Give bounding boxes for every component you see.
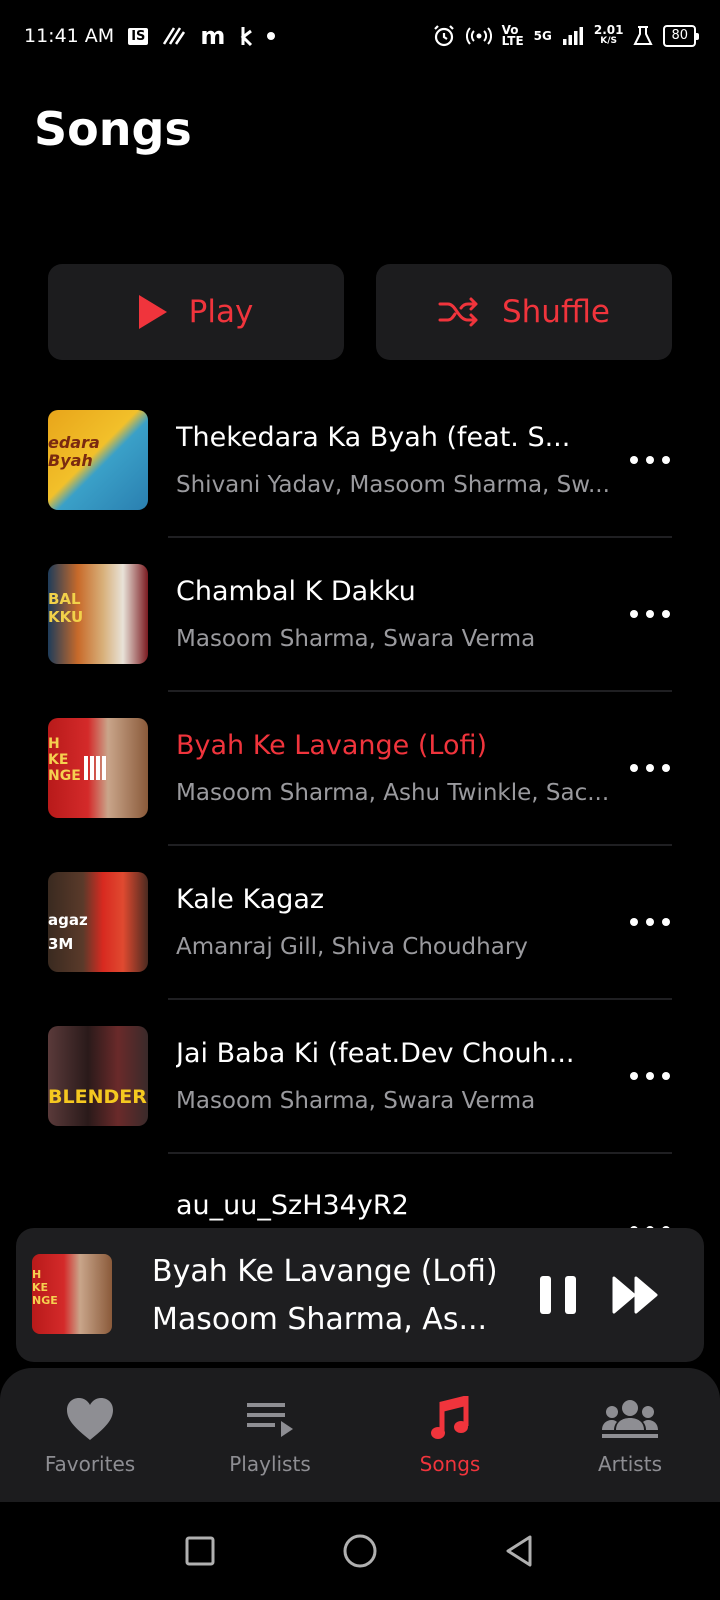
more-options-button[interactable] [630, 912, 670, 932]
song-artist: Masoom Sharma, Swara Verma [176, 626, 536, 652]
divider [168, 1152, 672, 1154]
net-speed-unit: K/S [600, 36, 618, 46]
album-art: BAL KKU [48, 564, 148, 664]
home-button[interactable] [340, 1531, 380, 1571]
song-artist: Masoom Sharma, Swara Verma [176, 1088, 536, 1114]
battery-indicator: 80 [663, 25, 699, 47]
net-speed: 2.01 K/S [593, 23, 624, 47]
more-options-button[interactable] [630, 450, 670, 470]
back-button[interactable] [500, 1531, 540, 1571]
status-right: Vo LTE 5G 2.01 K/S 80 [432, 23, 699, 48]
mini-player[interactable]: H KE NGE Byah Ke Lavange (Lofi) Masoom S… [16, 1228, 704, 1362]
song-title: Byah Ke Lavange (Lofi) [176, 730, 488, 761]
more-options-button[interactable] [630, 1066, 670, 1086]
nav-label: Favorites [44, 1452, 136, 1476]
song-row[interactable]: agaz 3M Kale Kagaz Amanraj Gill, Shiva C… [0, 872, 720, 1026]
is-app-icon: IS [128, 27, 149, 45]
shuffle-label: Shuffle [501, 294, 610, 330]
triangle-back-icon [506, 1535, 532, 1567]
album-art-text: edara Byah [48, 433, 100, 470]
square-icon [185, 1536, 215, 1566]
now-playing-title: Byah Ke Lavange (Lofi) [152, 1254, 498, 1289]
album-art-text: H KE NGE [32, 1268, 58, 1307]
divider [168, 998, 672, 1000]
play-label: Play [188, 294, 254, 330]
song-artist: Amanraj Gill, Shiva Choudhary [176, 934, 528, 960]
shuffle-button[interactable]: Shuffle [376, 264, 672, 360]
recents-button[interactable] [180, 1531, 220, 1571]
alarm-icon [433, 25, 454, 47]
bottom-navigation: Favorites Playlists Songs Artists [0, 1368, 720, 1502]
song-row[interactable]: H KE NGE Byah Ke Lavange (Lofi) Masoom S… [0, 718, 720, 872]
volte-sub-label: LTE [501, 34, 524, 48]
divider [168, 690, 672, 692]
song-row[interactable]: BLENDER Jai Baba Ki (feat.Dev Chouh... M… [0, 1026, 720, 1180]
now-playing-artist: Masoom Sharma, As... [152, 1302, 488, 1337]
system-navigation-bar [0, 1502, 720, 1600]
status-bar: 11:41 AM IS m Vo LTE 5G 2.01 K/S 80 [0, 0, 720, 72]
more-options-button[interactable] [630, 604, 670, 624]
album-art-text: agaz 3M [48, 911, 88, 953]
m-app-icon: m [200, 22, 226, 50]
equalizer-icon [84, 756, 106, 780]
nav-label: Songs [419, 1452, 481, 1476]
nav-label: Playlists [229, 1452, 311, 1476]
artists-icon [600, 1394, 660, 1444]
notification-dot-icon [267, 32, 276, 40]
song-title: Thekedara Ka Byah (feat. S... [176, 422, 571, 453]
hotspot-icon [465, 27, 492, 45]
nav-songs[interactable]: Songs [360, 1368, 540, 1502]
nav-favorites[interactable]: Favorites [0, 1368, 180, 1502]
k-app-icon [241, 27, 253, 47]
album-art: agaz 3M [48, 872, 148, 972]
skip-next-icon[interactable] [612, 1276, 662, 1314]
playlist-icon [245, 1394, 295, 1444]
flask-icon [633, 26, 654, 45]
shuffle-icon [438, 297, 478, 327]
net-speed-value: 2.01 [593, 23, 624, 37]
album-art-text: BLENDER [48, 1086, 147, 1108]
song-row[interactable]: BAL KKU Chambal K Dakku Masoom Sharma, S… [0, 564, 720, 718]
status-left: 11:41 AM IS m [24, 22, 276, 50]
song-title: au_uu_SzH34yR2 [176, 1190, 409, 1221]
more-options-button[interactable] [630, 758, 670, 778]
divider [168, 536, 672, 538]
album-art: edara Byah [48, 410, 148, 510]
play-all-button[interactable]: Play [48, 264, 344, 360]
play-icon [138, 295, 167, 329]
nav-playlists[interactable]: Playlists [180, 1368, 360, 1502]
song-title: Jai Baba Ki (feat.Dev Chouh... [176, 1038, 575, 1069]
album-art-text: BAL KKU [48, 590, 84, 626]
song-row[interactable]: edara Byah Thekedara Ka Byah (feat. S...… [0, 410, 720, 564]
heart-icon [65, 1394, 115, 1444]
music-note-icon [430, 1394, 470, 1444]
signal-lines-icon [163, 27, 186, 45]
album-art-text: H KE NGE [48, 736, 81, 784]
album-art: BLENDER [48, 1026, 148, 1126]
page-title: Songs [34, 102, 192, 156]
album-art: H KE NGE [48, 718, 148, 818]
circle-icon [343, 1534, 377, 1568]
pause-button[interactable] [540, 1276, 576, 1314]
divider [168, 844, 672, 846]
volte-indicator: Vo LTE [501, 24, 524, 48]
nav-label: Artists [598, 1452, 662, 1476]
network-type: 5G [533, 29, 552, 43]
status-time: 11:41 AM [24, 25, 115, 47]
nav-artists[interactable]: Artists [540, 1368, 720, 1502]
song-artist: Shivani Yadav, Masoom Sharma, Sw... [176, 472, 610, 498]
song-artist: Masoom Sharma, Ashu Twinkle, Sac... [176, 780, 610, 806]
now-playing-album-art: H KE NGE [32, 1254, 112, 1334]
cell-signal-icon [562, 27, 583, 45]
song-title: Kale Kagaz [176, 884, 325, 915]
song-title: Chambal K Dakku [176, 576, 416, 607]
